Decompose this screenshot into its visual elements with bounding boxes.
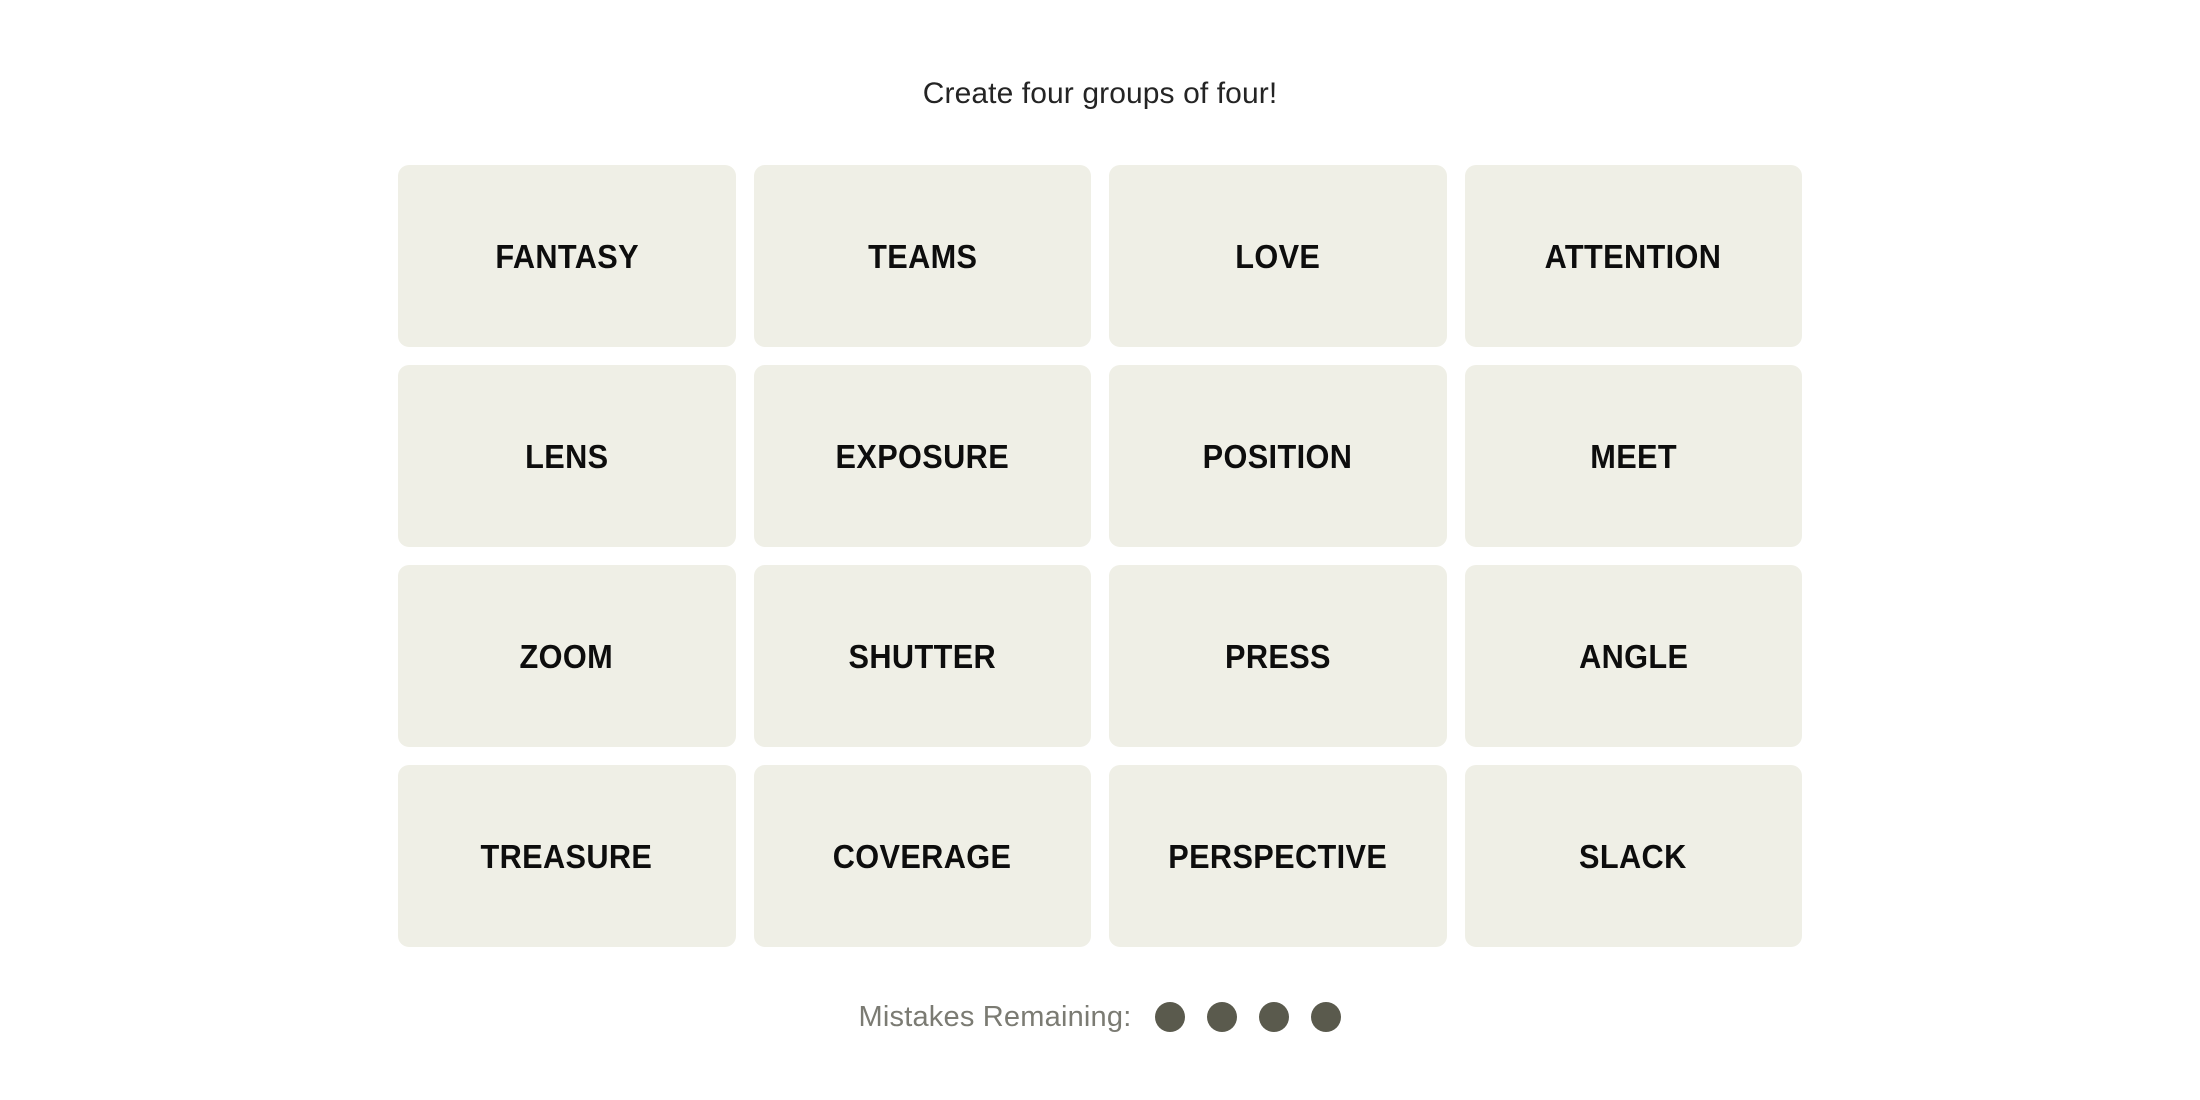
word-tile-label: COVERAGE [832,837,1012,875]
word-tile-label: FANTASY [494,237,639,275]
word-tile[interactable]: EXPOSURE [753,365,1091,547]
word-grid-container: FANTASY TEAMS LOVE ATTENTION LENS EXPOSU… [398,165,1802,947]
mistake-dot-3 [1259,1002,1290,1032]
mistake-dot-1 [1155,1002,1186,1032]
word-tile-label: ZOOM [519,637,614,675]
mistakes-remaining-row: Mistakes Remaining: [0,1000,2200,1034]
word-tile[interactable]: LENS [398,365,736,547]
word-tile[interactable]: TEAMS [753,165,1091,347]
word-tile-label: SHUTTER [848,637,997,675]
mistake-dot-4 [1311,1002,1342,1032]
word-tile-label: ATTENTION [1544,237,1722,275]
mistake-dot-2 [1207,1002,1238,1032]
word-tile-label: MEET [1589,437,1677,475]
word-tile[interactable]: TREASURE [398,765,736,947]
word-tile-label: EXPOSURE [835,437,1010,475]
word-tile-label: POSITION [1202,437,1353,475]
word-tile-label: LOVE [1235,237,1321,275]
word-tile[interactable]: FANTASY [398,165,736,347]
page-title: Create four groups of four! [922,77,1278,110]
word-tile[interactable]: SHUTTER [753,565,1091,747]
word-tile-label: SLACK [1579,837,1688,875]
connections-game-page: Create four groups of four! FANTASY TEAM… [0,0,2200,1100]
word-tile[interactable]: ATTENTION [1464,165,1802,347]
word-tile-label: TREASURE [480,837,653,875]
word-tile-label: PRESS [1224,637,1331,675]
word-tile[interactable]: PRESS [1109,565,1447,747]
word-tile[interactable]: COVERAGE [753,765,1091,947]
word-tile[interactable]: ZOOM [398,565,736,747]
word-grid: FANTASY TEAMS LOVE ATTENTION LENS EXPOSU… [398,165,1802,947]
word-tile[interactable]: LOVE [1109,165,1447,347]
word-tile-label: TEAMS [867,237,977,275]
mistakes-dots-group [1155,1002,1342,1032]
word-tile-label: ANGLE [1578,637,1688,675]
mistakes-remaining-label: Mistakes Remaining: [858,1001,1132,1033]
word-tile[interactable]: ANGLE [1464,565,1802,747]
word-tile[interactable]: SLACK [1464,765,1802,947]
word-tile[interactable]: MEET [1464,365,1802,547]
word-tile-label: LENS [525,437,609,475]
word-tile[interactable]: POSITION [1109,365,1447,547]
word-tile-label: PERSPECTIVE [1168,837,1388,875]
word-tile[interactable]: PERSPECTIVE [1109,765,1447,947]
